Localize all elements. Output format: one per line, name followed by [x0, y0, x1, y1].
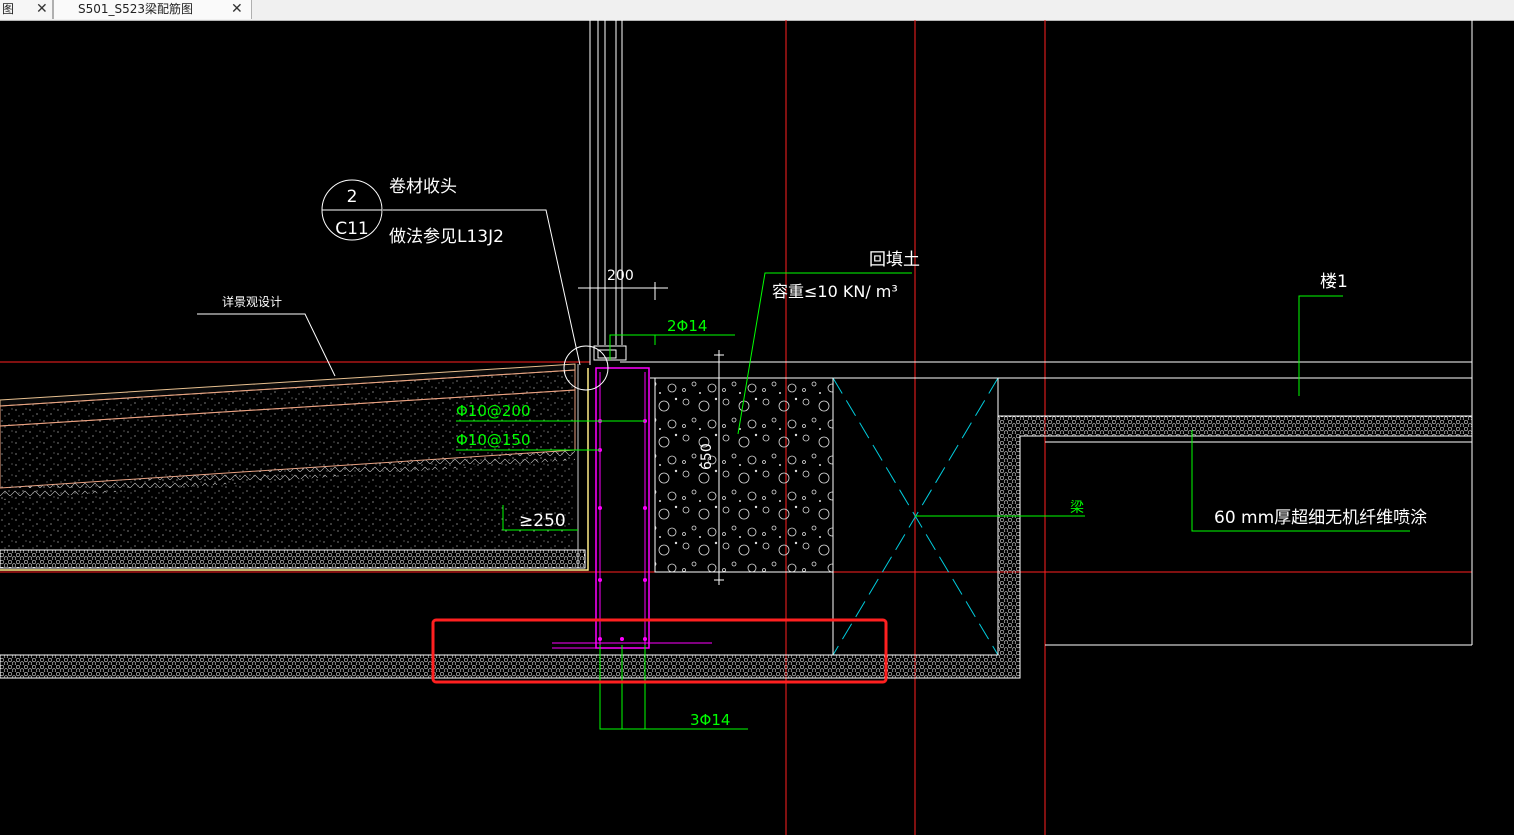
callout-sheet: C11: [335, 219, 369, 239]
dimension-650: 650: [699, 443, 715, 470]
tab-bar: 图 ✕ S501_S523梁配筋图 ✕: [0, 0, 1514, 21]
dimension-min-250: ≥250: [519, 511, 566, 531]
tab-label: 图: [2, 2, 15, 16]
close-icon[interactable]: ✕: [36, 0, 48, 19]
rebar-3phi14: 3Φ14: [690, 711, 730, 729]
building-label: 楼1: [1320, 272, 1348, 292]
backfill-block: [654, 350, 834, 585]
landscape-note: 详景观设计: [222, 294, 282, 309]
backfill-density: 容重≤10 KN/ m³: [772, 282, 898, 301]
rebar-phi10-150: Φ10@150: [456, 431, 531, 449]
method-note: 做法参见L13J2: [389, 227, 504, 247]
backfill-title: 回填土: [869, 250, 920, 270]
tab-label: S501_S523梁配筋图: [78, 2, 194, 16]
spray-note: 60 mm厚超细无机纤维喷涂: [1214, 508, 1427, 528]
rebar-2phi14: 2Φ14: [667, 317, 707, 335]
membrane-note: 卷材收头: [389, 177, 457, 197]
tab-drawing[interactable]: 图 ✕: [0, 0, 53, 19]
beam-label: 梁: [1070, 500, 1084, 516]
rebar-phi10-200: Φ10@200: [456, 402, 531, 420]
tab-beam-reinforcement[interactable]: S501_S523梁配筋图 ✕: [53, 0, 252, 19]
cad-drawing-canvas[interactable]: 2 C11 卷材收头 做法参见L13J2 200 详景观设计 回填土 容重≤10…: [0, 20, 1514, 835]
dimension-200: 200: [607, 268, 634, 284]
close-icon[interactable]: ✕: [231, 0, 243, 19]
callout-number: 2: [347, 187, 358, 207]
landscape-layers: [0, 363, 589, 571]
dimension-lines: [197, 179, 668, 391]
